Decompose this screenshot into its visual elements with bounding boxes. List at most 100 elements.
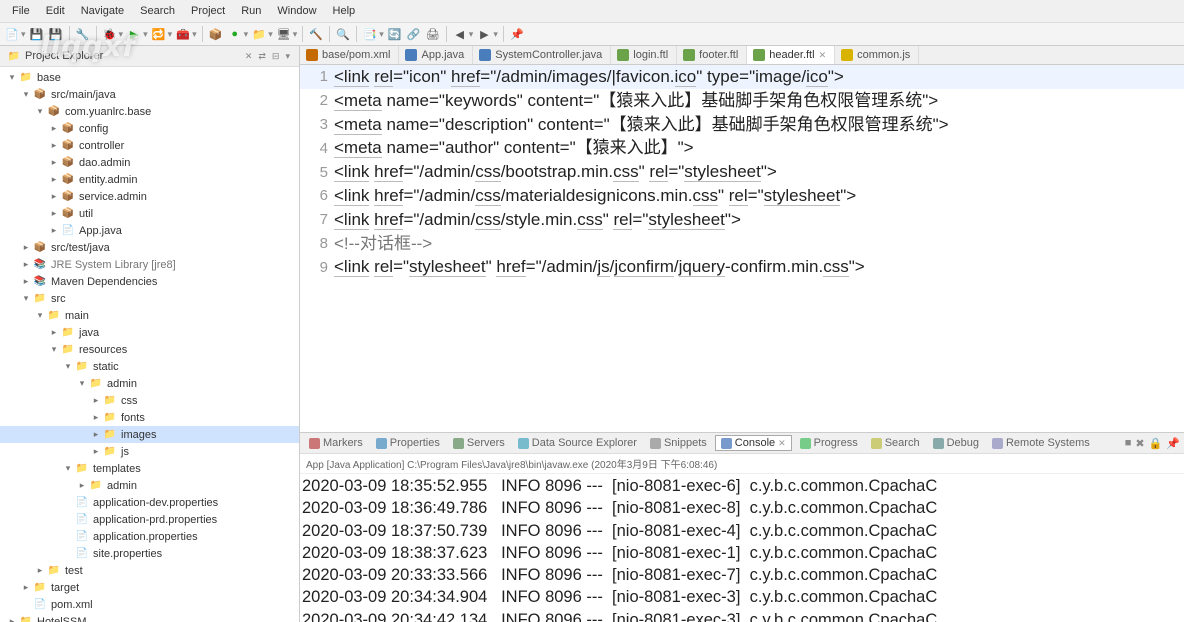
code-text[interactable]: <link href="/admin/css/style.min.css" re… [334,208,1184,232]
tree-node[interactable]: ▸📁js [0,443,299,460]
bottom-tab-markers[interactable]: Markers [304,436,368,450]
tree-node[interactable]: ▸📚Maven Dependencies [0,273,299,290]
tree-node[interactable]: ▸📁target [0,579,299,596]
tree-node[interactable]: ▸📁fonts [0,409,299,426]
new-icon[interactable]: 📄 [4,26,20,42]
print-icon[interactable]: 🖨 [425,26,441,42]
twistie-icon[interactable]: ▾ [34,310,46,321]
twistie-icon[interactable]: ▾ [20,89,32,100]
close-icon[interactable]: ✕ [778,438,786,449]
tree-node[interactable]: ▸📁images [0,426,299,443]
code-line[interactable]: 3<meta name="description" content="【猿来入此… [300,113,1184,137]
tree-node[interactable]: ▸📦controller [0,137,299,154]
twistie-icon[interactable]: ▸ [48,327,60,338]
new-folder-icon[interactable]: 📁 [251,26,267,42]
twistie-icon[interactable]: ▾ [6,72,18,83]
tree-node[interactable]: 📄pom.xml [0,596,299,613]
refresh-icon[interactable]: 🔄 [387,26,403,42]
twistie-icon[interactable]: ▸ [76,480,88,491]
editor-tab[interactable]: SystemController.java [473,46,611,64]
editor-tab[interactable]: base/pom.xml [300,46,399,64]
code-text[interactable]: <link href="/admin/css/bootstrap.min.css… [334,160,1184,184]
twistie-icon[interactable]: ▸ [90,395,102,406]
twistie-icon[interactable]: ▸ [34,565,46,576]
bottom-tab-search[interactable]: Search [866,436,925,450]
new-package-icon[interactable]: 📦 [208,26,224,42]
tree-node[interactable]: ▾📁admin [0,375,299,392]
collapse-all-icon[interactable]: ⊟ [269,51,283,62]
twistie-icon[interactable]: ▸ [48,157,60,168]
code-line[interactable]: 7<link href="/admin/css/style.min.css" r… [300,208,1184,232]
tree-node[interactable]: ▸📁admin [0,477,299,494]
pin-icon[interactable]: 📌 [509,26,525,42]
twistie-icon[interactable]: ▸ [48,174,60,185]
tree-node[interactable]: ▾📁main [0,307,299,324]
back-icon[interactable]: ◀ [452,26,468,42]
link-icon[interactable]: 🔗 [406,26,422,42]
twistie-icon[interactable]: ▸ [6,616,18,622]
tree-node[interactable]: ▾📁static [0,358,299,375]
console-output[interactable]: 2020-03-09 18:35:52.955 INFO 8096 --- [n… [300,474,1184,622]
menu-navigate[interactable]: Navigate [73,2,132,20]
tree-node[interactable]: ▸📦service.admin [0,188,299,205]
tree-node[interactable]: ▸📚JRE System Library [jre8] [0,256,299,273]
editor-tab[interactable]: App.java [399,46,473,64]
menu-file[interactable]: File [4,2,38,20]
twistie-icon[interactable]: ▸ [90,429,102,440]
code-text[interactable]: <link rel="icon" href="/admin/images/|fa… [334,65,1184,89]
new-server-icon[interactable]: 🖥 [276,26,292,42]
tree-node[interactable]: 📄application.properties [0,528,299,545]
editor-tab[interactable]: header.ftl✕ [747,46,835,64]
tree-node[interactable]: ▾📦src/main/java [0,86,299,103]
twistie-icon[interactable]: ▸ [48,208,60,219]
editor-tab[interactable]: common.js [835,46,919,64]
tree-node[interactable]: ▾📦com.yuanlrc.base [0,103,299,120]
code-line[interactable]: 4<meta name="author" content="【猿来入此】"> [300,136,1184,160]
code-line[interactable]: 6<link href="/admin/css/materialdesignic… [300,184,1184,208]
bottom-tab-data-source-explorer[interactable]: Data Source Explorer [513,436,642,450]
tree-node[interactable]: ▾📁resources [0,341,299,358]
tree-node[interactable]: ▸📦util [0,205,299,222]
twistie-icon[interactable]: ▾ [20,293,32,304]
twistie-icon[interactable]: ▾ [34,106,46,117]
close-icon[interactable]: ✕ [242,51,256,62]
code-text[interactable]: <!--对话框--> [334,232,1184,256]
code-line[interactable]: 1<link rel="icon" href="/admin/images/|f… [300,65,1184,89]
close-icon[interactable]: ✕ [819,50,827,61]
menu-edit[interactable]: Edit [38,2,73,20]
editor-tab[interactable]: footer.ftl [677,46,747,64]
run-icon[interactable]: ▶ [126,26,142,42]
menu-search[interactable]: Search [132,2,183,20]
tree-node[interactable]: ▸📦entity.admin [0,171,299,188]
twistie-icon[interactable]: ▸ [48,225,60,236]
remove-all-icon[interactable]: ✖ [1135,437,1144,450]
forward-icon[interactable]: ▶ [476,26,492,42]
bottom-tab-remote-systems[interactable]: Remote Systems [987,436,1095,450]
bottom-tab-console[interactable]: Console ✕ [715,435,792,451]
twistie-icon[interactable]: ▾ [76,378,88,389]
twistie-icon[interactable]: ▸ [20,259,32,270]
tree-node[interactable]: 📄site.properties [0,545,299,562]
twistie-icon[interactable]: ▸ [48,123,60,134]
twistie-icon[interactable]: ▸ [20,582,32,593]
twistie-icon[interactable]: ▾ [48,344,60,355]
twistie-icon[interactable]: ▸ [20,276,32,287]
code-text[interactable]: <meta name="description" content="【猿来入此】… [334,113,1184,137]
code-line[interactable]: 2<meta name="keywords" content="【猿来入此】基础… [300,89,1184,113]
editor-tab[interactable]: login.ftl [611,46,677,64]
bottom-tab-snippets[interactable]: Snippets [645,436,712,450]
twistie-icon[interactable]: ▸ [48,191,60,202]
bottom-tab-debug[interactable]: Debug [928,436,984,450]
tree-node[interactable]: ▸📄App.java [0,222,299,239]
debug-icon[interactable]: 🐞 [102,26,118,42]
pin-console-icon[interactable]: 📌 [1166,437,1180,450]
save-all-icon[interactable]: 💾 [48,26,64,42]
code-editor[interactable]: 1<link rel="icon" href="/admin/images/|f… [300,65,1184,432]
menu-project[interactable]: Project [183,2,233,20]
tree-node[interactable]: ▸📦dao.admin [0,154,299,171]
ext-tools-icon[interactable]: 🧰 [175,26,191,42]
code-text[interactable]: <link href="/admin/css/materialdesignico… [334,184,1184,208]
menu-help[interactable]: Help [325,2,364,20]
terminate-icon[interactable]: ■ [1125,437,1132,450]
open-type-icon[interactable]: 🔧 [75,26,91,42]
